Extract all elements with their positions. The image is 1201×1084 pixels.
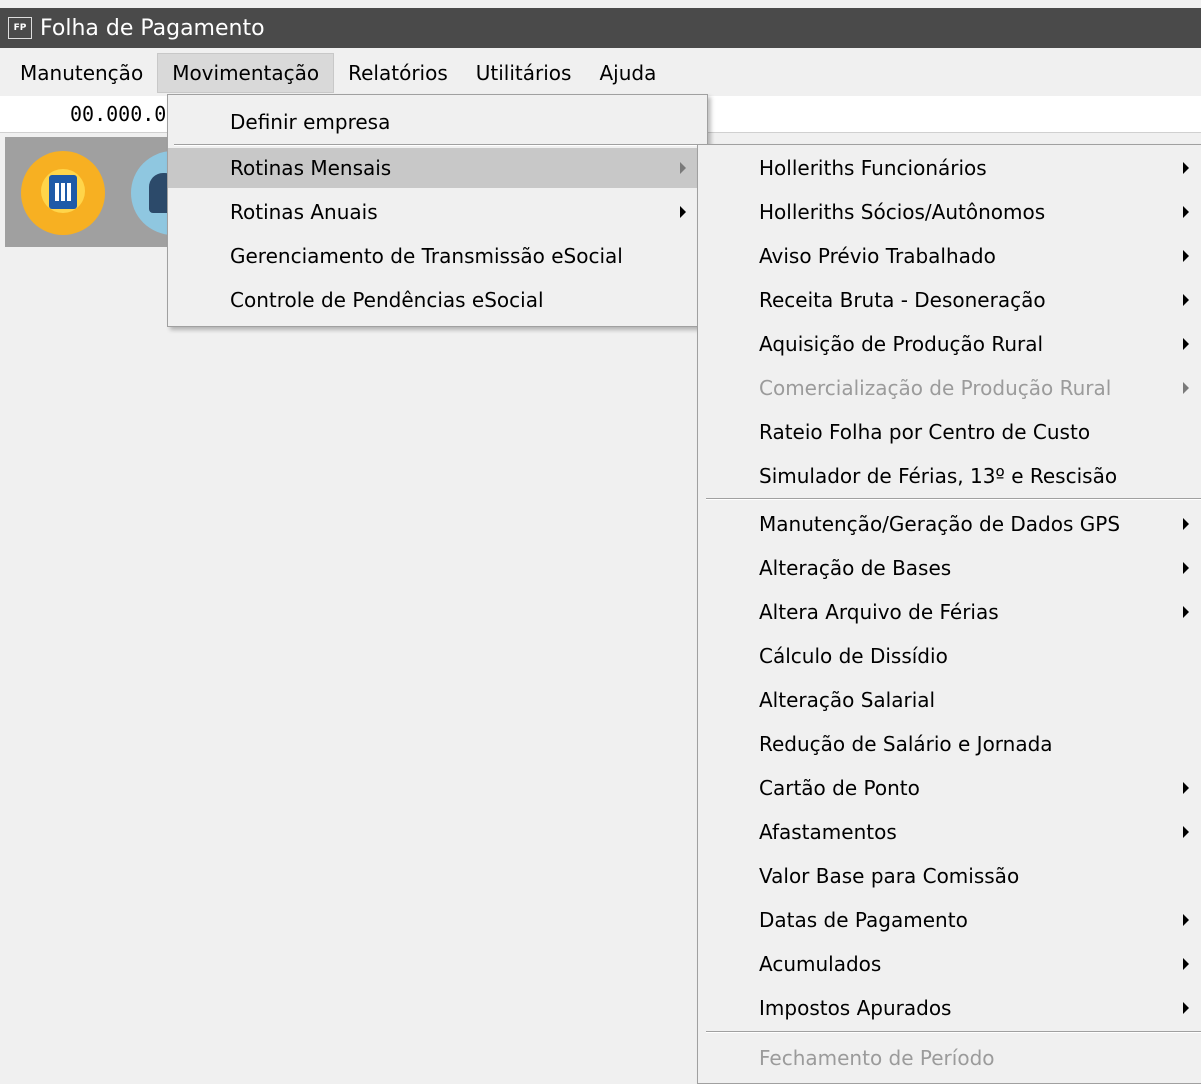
menu-item-afastamentos[interactable]: Afastamentos	[698, 812, 1201, 852]
menu-item-rotinas-anuais[interactable]: Rotinas Anuais	[168, 192, 707, 232]
menu-ajuda[interactable]: Ajuda	[585, 53, 670, 93]
company-code: 00.000.0	[70, 102, 167, 126]
menu-item-aviso-previo[interactable]: Aviso Prévio Trabalhado	[698, 236, 1201, 276]
menu-item-impostos-apurados[interactable]: Impostos Apurados	[698, 988, 1201, 1028]
submenu-arrow-icon	[1183, 382, 1189, 394]
menu-item-holleriths-socios[interactable]: Holleriths Sócios/Autônomos	[698, 192, 1201, 232]
submenu-arrow-icon	[1183, 294, 1189, 306]
menu-relatorios[interactable]: Relatórios	[334, 53, 462, 93]
menu-item-valor-base-comissao[interactable]: Valor Base para Comissão	[698, 856, 1201, 896]
menu-item-simulador-ferias[interactable]: Simulador de Férias, 13º e Rescisão	[698, 456, 1201, 496]
window-title: Folha de Pagamento	[40, 15, 265, 41]
menu-item-reducao-salario[interactable]: Redução de Salário e Jornada	[698, 724, 1201, 764]
submenu-arrow-icon	[1183, 1002, 1189, 1014]
menu-movimentacao[interactable]: Movimentação	[157, 53, 335, 93]
menu-item-datas-pagamento[interactable]: Datas de Pagamento	[698, 900, 1201, 940]
submenu-arrow-icon	[1183, 518, 1189, 530]
menu-item-gerenciamento-esocial[interactable]: Gerenciamento de Transmissão eSocial	[168, 236, 707, 276]
submenu-arrow-icon	[1183, 958, 1189, 970]
submenu-arrow-icon	[1183, 606, 1189, 618]
separator	[706, 1031, 1201, 1033]
title-bar: FP Folha de Pagamento	[0, 8, 1201, 48]
app-icon: FP	[8, 17, 32, 39]
separator	[174, 144, 701, 146]
menu-item-rateio-folha[interactable]: Rateio Folha por Centro de Custo	[698, 412, 1201, 452]
menu-item-altera-arquivo-ferias[interactable]: Altera Arquivo de Férias	[698, 592, 1201, 632]
rotinas-mensais-submenu: Holleriths Funcionários Holleriths Sócio…	[697, 144, 1201, 1084]
menu-manutencao[interactable]: Manutenção	[0, 53, 157, 93]
menu-item-cartao-ponto[interactable]: Cartão de Ponto	[698, 768, 1201, 808]
submenu-arrow-icon	[1183, 206, 1189, 218]
menu-bar: Manutenção Movimentação Relatórios Utili…	[0, 52, 1201, 94]
menu-item-fechamento-periodo: Fechamento de Período	[759, 1046, 995, 1070]
company-building-icon[interactable]	[21, 151, 105, 235]
menu-item-controle-pendencias[interactable]: Controle de Pendências eSocial	[168, 280, 707, 320]
submenu-arrow-icon	[1183, 562, 1189, 574]
menu-item-holleriths-funcionarios[interactable]: Holleriths Funcionários	[698, 148, 1201, 188]
menu-item-receita-bruta[interactable]: Receita Bruta - Desoneração	[698, 280, 1201, 320]
submenu-arrow-icon	[1183, 250, 1189, 262]
menu-item-calculo-dissidio[interactable]: Cálculo de Dissídio	[698, 636, 1201, 676]
menu-item-definir-empresa[interactable]: Definir empresa	[168, 102, 707, 142]
menu-item-comercializacao-producao-rural: Comercialização de Produção Rural	[698, 368, 1201, 408]
menu-item-alteracao-bases[interactable]: Alteração de Bases	[698, 548, 1201, 588]
building-icon	[49, 175, 77, 209]
menu-item-manutencao-gps[interactable]: Manutenção/Geração de Dados GPS	[698, 504, 1201, 544]
submenu-arrow-icon	[1183, 826, 1189, 838]
movimentacao-dropdown: Definir empresa Rotinas Mensais Rotinas …	[167, 94, 708, 327]
separator	[706, 498, 1201, 500]
submenu-arrow-icon	[1183, 914, 1189, 926]
menu-item-rotinas-mensais[interactable]: Rotinas Mensais	[168, 148, 707, 188]
menu-item-aquisicao-producao-rural[interactable]: Aquisição de Produção Rural	[698, 324, 1201, 364]
submenu-arrow-icon	[1183, 782, 1189, 794]
menu-utilitarios[interactable]: Utilitários	[462, 53, 586, 93]
submenu-arrow-icon	[680, 206, 686, 218]
menu-item-acumulados[interactable]: Acumulados	[698, 944, 1201, 984]
menu-item-alteracao-salarial[interactable]: Alteração Salarial	[698, 680, 1201, 720]
submenu-arrow-icon	[680, 162, 686, 174]
submenu-arrow-icon	[1183, 338, 1189, 350]
submenu-arrow-icon	[1183, 162, 1189, 174]
